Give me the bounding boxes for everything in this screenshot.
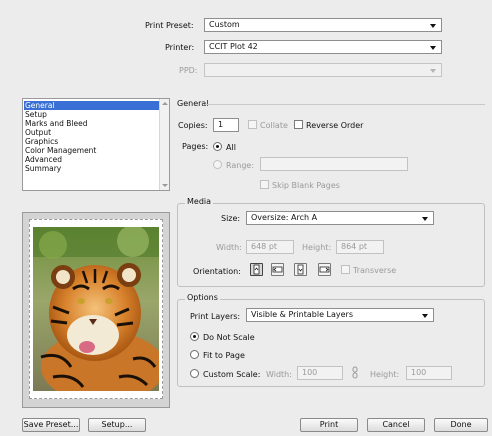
pages-all-radio[interactable] (213, 142, 222, 151)
orientation-landscape-button[interactable] (271, 263, 284, 276)
done-button[interactable]: Done (434, 418, 488, 432)
size-label: Size: (221, 214, 241, 223)
skip-blank-pages-label: Skip Blank Pages (272, 181, 340, 190)
scroll-up-icon[interactable] (162, 102, 168, 105)
scale-height-label: Height: (370, 370, 400, 379)
copies-label: Copies: (178, 121, 208, 130)
ppd-label: PPD: (179, 66, 198, 75)
sidebar-item-marks-and-bleed[interactable]: Marks and Bleed (25, 119, 88, 128)
pages-range-input[interactable] (260, 157, 408, 171)
sidebar-item-graphics[interactable]: Graphics (25, 137, 58, 146)
print-button[interactable]: Print (300, 418, 358, 432)
media-section-title: Media (185, 197, 214, 206)
scale-width-input[interactable]: 100 (297, 366, 343, 380)
orientation-reverse-landscape-button[interactable] (318, 263, 331, 276)
print-preview-frame (22, 212, 170, 408)
landscape-icon (272, 266, 283, 273)
fit-to-page-radio[interactable] (190, 350, 199, 359)
pages-all-label: All (226, 143, 236, 152)
transverse-label: Transverse (353, 266, 397, 275)
sidebar-item-advanced[interactable]: Advanced (25, 155, 62, 164)
transverse-checkbox[interactable] (341, 265, 350, 274)
constrain-proportions-icon[interactable] (352, 366, 358, 379)
options-section-title: Options (185, 293, 220, 302)
sidebar-item-output[interactable]: Output (25, 128, 51, 137)
scroll-down-icon[interactable] (162, 184, 168, 187)
list-scrollbar[interactable] (159, 99, 169, 190)
printer-select[interactable]: CCIT Plot 42 (204, 40, 442, 54)
reverse-landscape-icon (319, 266, 330, 273)
media-size-value: Oversize: Arch A (251, 213, 318, 222)
sidebar-item-color-management[interactable]: Color Management (25, 146, 96, 155)
category-list[interactable]: General Setup Marks and Bleed Output Gra… (22, 98, 170, 191)
portrait-icon (253, 264, 260, 275)
collate-label: Collate (260, 121, 288, 130)
media-height-input[interactable]: 864 pt (336, 240, 384, 254)
scale-height-input[interactable]: 100 (406, 366, 452, 380)
orientation-reverse-portrait-button[interactable] (294, 263, 307, 276)
custom-scale-radio[interactable] (190, 369, 199, 378)
scale-width-label: Width: (266, 370, 292, 379)
chevron-down-icon (422, 314, 428, 318)
ppd-select[interactable] (204, 63, 442, 77)
do-not-scale-radio[interactable] (190, 332, 199, 341)
tiger-photo-image (33, 227, 159, 391)
print-layers-value: Visible & Printable Layers (251, 310, 353, 319)
media-width-input[interactable]: 648 pt (246, 240, 294, 254)
fit-to-page-label: Fit to Page (203, 351, 245, 360)
cancel-button[interactable]: Cancel (367, 418, 425, 432)
do-not-scale-label: Do Not Scale (203, 333, 255, 342)
general-section-title: General (177, 99, 209, 108)
setup-button[interactable]: Setup... (88, 418, 146, 432)
skip-blank-pages-checkbox[interactable] (260, 180, 269, 189)
print-layers-select[interactable]: Visible & Printable Layers (246, 308, 434, 322)
pages-range-radio[interactable] (213, 160, 222, 169)
sidebar-item-general[interactable]: General (24, 101, 166, 110)
chevron-down-icon (430, 69, 436, 73)
chevron-down-icon (422, 217, 428, 221)
pages-label: Pages: (182, 142, 209, 151)
print-preset-select[interactable]: Custom (204, 18, 442, 32)
media-height-label: Height: (302, 243, 332, 252)
media-size-select[interactable]: Oversize: Arch A (246, 211, 434, 225)
print-preset-value: Custom (209, 20, 240, 29)
printer-label: Printer: (165, 43, 195, 52)
print-preset-label: Print Preset: (145, 21, 194, 30)
save-preset-button[interactable]: Save Preset... (22, 418, 80, 432)
reverse-order-label: Reverse Order (306, 121, 364, 130)
custom-scale-label: Custom Scale: (203, 370, 261, 379)
orientation-portrait-button[interactable] (250, 263, 263, 276)
chevron-down-icon (430, 46, 436, 50)
general-divider (205, 104, 485, 105)
sidebar-item-summary[interactable]: Summary (25, 164, 61, 173)
media-width-label: Width: (216, 243, 242, 252)
reverse-portrait-icon (297, 264, 304, 275)
print-layers-label: Print Layers: (190, 312, 241, 321)
preview-page (29, 219, 163, 399)
collate-checkbox[interactable] (248, 120, 257, 129)
copies-input[interactable]: 1 (213, 118, 239, 132)
orientation-label: Orientation: (193, 267, 241, 276)
reverse-order-checkbox[interactable] (294, 120, 303, 129)
sidebar-item-setup[interactable]: Setup (25, 110, 47, 119)
chevron-down-icon (430, 24, 436, 28)
pages-range-label: Range: (226, 161, 255, 170)
printer-value: CCIT Plot 42 (209, 42, 258, 51)
chain-link-icon (352, 366, 358, 379)
